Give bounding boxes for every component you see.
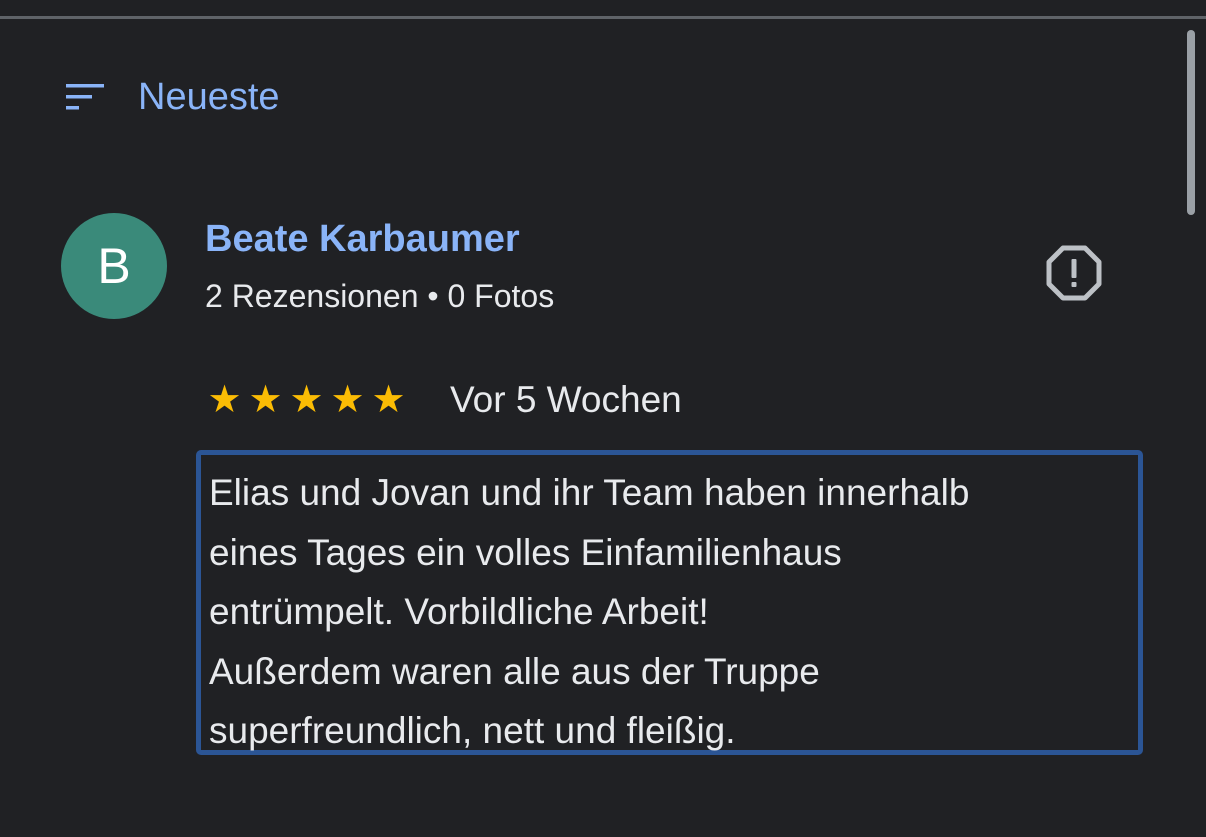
rating-row: ★ ★ ★ ★ ★ Vor 5 Wochen: [205, 376, 682, 424]
review-text-line: entrümpelt. Vorbildliche Arbeit!: [209, 591, 709, 632]
review-text-line: Außerdem waren alle aus der Truppe: [209, 650, 820, 692]
avatar-initial: B: [97, 238, 131, 294]
star-rating: ★ ★ ★ ★ ★: [205, 380, 410, 420]
reviewer-stats: 2 Rezensionen • 0 Fotos: [205, 278, 555, 314]
review-text-line: Elias und Jovan und ihr Team haben inner…: [209, 472, 970, 513]
avatar[interactable]: B: [61, 213, 167, 319]
sort-label: Neueste: [138, 76, 280, 118]
star-icon: ★: [207, 379, 242, 421]
review-date: Vor 5 Wochen: [450, 379, 682, 420]
star-icon: ★: [248, 379, 283, 421]
review-text: Elias und Jovan und ihr Team haben inner…: [196, 450, 1143, 755]
scrollbar-thumb[interactable]: [1187, 30, 1195, 215]
reviewer-name[interactable]: Beate Karbaumer: [205, 216, 520, 262]
review-text-line: eines Tages ein volles Einfamilienhaus: [209, 531, 842, 573]
report-icon[interactable]: [1044, 243, 1104, 303]
star-icon: ★: [330, 379, 365, 421]
review-text-line: superfreundlich, nett und fleißig.: [209, 710, 736, 751]
sort-icon: [62, 81, 108, 113]
star-icon: ★: [371, 379, 406, 421]
top-divider: [0, 16, 1206, 19]
star-icon: ★: [289, 379, 324, 421]
sort-button[interactable]: Neueste: [62, 70, 280, 124]
